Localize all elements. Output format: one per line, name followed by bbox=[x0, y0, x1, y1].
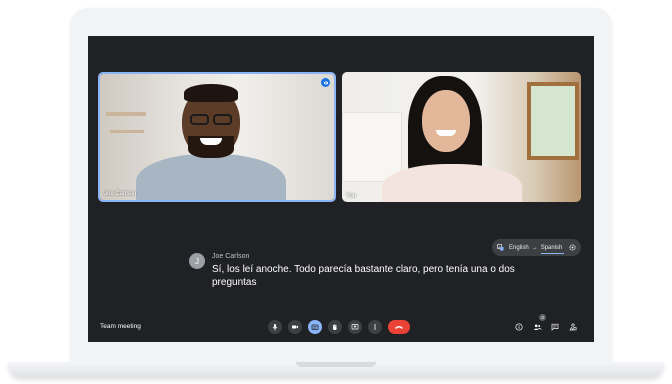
raise-hand-button[interactable] bbox=[328, 320, 342, 334]
translate-icon: A bbox=[497, 244, 504, 251]
present-screen-button[interactable] bbox=[348, 320, 362, 334]
captions-icon bbox=[311, 324, 319, 330]
present-icon bbox=[351, 324, 359, 330]
people-icon bbox=[533, 324, 542, 330]
meeting-side-controls: 3 bbox=[508, 314, 580, 334]
call-controls bbox=[268, 320, 410, 334]
face bbox=[422, 90, 470, 152]
more-options-button[interactable] bbox=[368, 320, 382, 334]
more-vert-icon bbox=[374, 324, 376, 330]
glasses bbox=[190, 114, 209, 125]
video-tile-joe-carlson[interactable]: Joe Carlson bbox=[98, 72, 336, 202]
phone-hangup-icon bbox=[395, 326, 403, 329]
caption-speaker-avatar: J bbox=[189, 253, 205, 269]
meeting-info-button[interactable] bbox=[512, 320, 526, 334]
caption-translation-pill[interactable]: A English → Spanish bbox=[492, 239, 581, 256]
camera-icon bbox=[292, 325, 298, 329]
microphone-icon bbox=[272, 324, 278, 331]
people-button[interactable]: 3 bbox=[530, 314, 546, 334]
target-language[interactable]: Spanish bbox=[540, 245, 565, 254]
people-count-badge: 3 bbox=[539, 314, 546, 321]
caption-text: Sí, los leí anoche. Todo parecía bastant… bbox=[212, 264, 515, 288]
speaking-indicator-icon bbox=[321, 78, 330, 87]
caption-speaker-name: Joe Carlson bbox=[212, 253, 250, 260]
video-tile-you[interactable]: You bbox=[342, 72, 581, 202]
participant-name: Joe Carlson bbox=[104, 191, 137, 197]
meeting-screen: Joe Carlson You A English → Spanish J Jo… bbox=[88, 36, 594, 342]
participant-video bbox=[342, 72, 581, 202]
hand-icon bbox=[333, 324, 337, 330]
participant-video bbox=[100, 74, 334, 200]
gear-icon[interactable] bbox=[569, 244, 576, 251]
glasses bbox=[213, 114, 232, 125]
activities-icon bbox=[569, 323, 577, 331]
hair bbox=[184, 84, 238, 102]
source-language[interactable]: English bbox=[509, 245, 529, 251]
camera-button[interactable] bbox=[288, 320, 302, 334]
end-call-button[interactable] bbox=[388, 320, 410, 334]
arrow-right-icon: → bbox=[531, 244, 538, 251]
chat-button[interactable] bbox=[548, 320, 562, 334]
smile bbox=[436, 130, 456, 136]
chat-icon bbox=[551, 323, 559, 331]
participant-name: You bbox=[346, 193, 357, 199]
top bbox=[382, 164, 522, 202]
smile bbox=[200, 138, 222, 145]
activities-button[interactable] bbox=[566, 320, 580, 334]
laptop-notch bbox=[296, 362, 376, 367]
microphone-button[interactable] bbox=[268, 320, 282, 334]
meeting-title: Team meeting bbox=[100, 323, 141, 330]
shirt bbox=[136, 154, 286, 200]
info-icon bbox=[515, 323, 523, 331]
captions-button[interactable] bbox=[308, 320, 322, 334]
